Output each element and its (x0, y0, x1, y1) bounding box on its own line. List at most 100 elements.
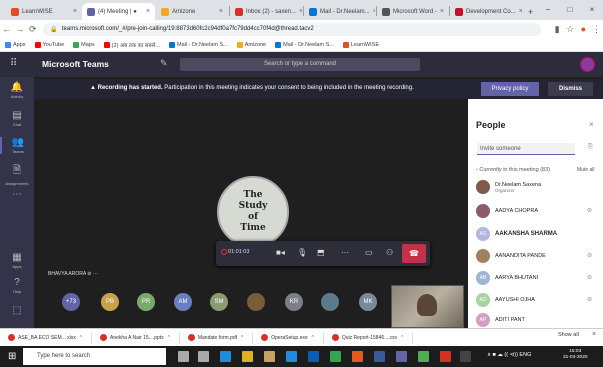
participant-row[interactable]: AO AAYUSHI OJHA (476, 291, 535, 309)
teams-taskbar-icon[interactable] (396, 351, 407, 362)
rail-teams[interactable]: 👥 Teams (0, 137, 34, 154)
file-explorer-icon[interactable] (242, 351, 253, 362)
app-launcher-grid-icon[interactable]: ⠿ (10, 58, 17, 69)
more-actions-icon[interactable]: ··· (341, 248, 349, 257)
tab-meeting[interactable]: (4) Meeting | ● × (82, 3, 155, 20)
chevron-up-icon[interactable]: ⌃ (400, 335, 404, 341)
download-item[interactable]: Mandate form.pdf ⌃ (180, 331, 254, 344)
taskbar-search-input[interactable]: Type here to search (23, 348, 166, 365)
mail-icon[interactable] (286, 351, 297, 362)
compose-icon[interactable]: ✎ (160, 58, 168, 69)
chevron-up-icon[interactable]: ⌃ (311, 335, 315, 341)
bookmark-mail[interactable]: Mail - Dr.Neelam S... (168, 41, 228, 48)
mute-all-button[interactable]: Mute all (577, 167, 595, 173)
participant-avatar[interactable]: KR (285, 293, 303, 311)
dismiss-button[interactable]: Dismiss (548, 82, 593, 96)
store-icon[interactable] (264, 351, 275, 362)
reload-icon[interactable]: ⟳ (26, 24, 39, 35)
participant-row[interactable]: AP ADITI PANT (476, 313, 525, 327)
bookmark-mail-2[interactable]: Mail - Dr.Neelam S... (275, 41, 334, 48)
privacy-policy-button[interactable]: Privacy policy (481, 82, 539, 96)
chevron-up-icon[interactable]: ⌃ (240, 335, 244, 341)
overflow-participants-avatar[interactable]: +73 (62, 293, 80, 311)
close-window-button[interactable]: × (581, 0, 603, 20)
participant-avatar[interactable]: PR (137, 293, 155, 311)
task-view-icon[interactable] (198, 351, 209, 362)
chevron-up-icon[interactable]: ⌃ (79, 335, 83, 341)
edge-icon[interactable] (220, 351, 231, 362)
forward-arrow-icon[interactable]: → (13, 24, 26, 34)
rail-assignments[interactable]: 🗎 Assignments (0, 163, 34, 186)
url-field[interactable]: 🔒 teams.microsoft.com/_#/pre-join-callin… (43, 22, 541, 36)
bookmark-maps[interactable]: Maps (73, 41, 95, 48)
microphone-icon[interactable]: 🎙 (297, 248, 307, 257)
close-tab-icon[interactable]: × (219, 8, 223, 15)
rail-chat[interactable]: ▤ Chat (0, 110, 34, 127)
back-arrow-icon[interactable]: ← (0, 24, 13, 34)
user-avatar[interactable] (580, 57, 595, 72)
download-item[interactable]: Quiz Report-15846....csv ⌃ (324, 331, 414, 344)
close-tab-icon[interactable]: × (73, 8, 77, 15)
bookmark-youtube[interactable]: YouTube (34, 41, 64, 48)
new-tab-button[interactable]: + (523, 3, 537, 20)
participant-row[interactable]: AB AARYA BHUTANI (476, 269, 538, 287)
tab-inbox[interactable]: Inbox (2) - saxen... × (230, 3, 302, 20)
rail-more[interactable]: ⋯ (0, 189, 34, 200)
close-tab-icon[interactable]: × (299, 8, 302, 15)
gmail-icon[interactable] (440, 351, 451, 362)
camera-icon[interactable]: ■◂ (276, 248, 285, 257)
invite-input[interactable]: Invite someone (477, 143, 575, 155)
self-video-thumbnail[interactable] (391, 285, 464, 328)
tab-learnwise[interactable]: LearnWISE × (6, 3, 82, 20)
tab-development[interactable]: Development Co... × (450, 3, 522, 20)
current-participants-label[interactable]: › Currently in this meeting (83) (476, 167, 550, 173)
rail-apps[interactable]: ▦ Apps (0, 252, 34, 269)
chrome-icon[interactable] (418, 351, 429, 362)
show-all-button[interactable]: Show all (558, 332, 579, 338)
participant-row[interactable]: AS AAKANSHA SHARMA (476, 225, 557, 243)
rail-feedback[interactable]: ⬚ (0, 305, 34, 316)
star-icon[interactable]: ☆ (564, 24, 577, 35)
maximize-button[interactable]: □ (559, 0, 581, 20)
word-icon[interactable] (308, 351, 319, 362)
close-tab-icon[interactable]: × (519, 8, 522, 15)
participant-avatar[interactable]: PB (101, 293, 119, 311)
bookmark-amizone[interactable]: Amizone (236, 41, 266, 48)
download-item[interactable]: Anekha A Nair 15....pptx ⌃ (92, 331, 180, 344)
participants-icon[interactable]: ⚇ (386, 248, 393, 257)
hang-up-button[interactable]: ☎ (402, 244, 426, 263)
participant-row[interactable]: Dr.Neelam Saxena Organizer (476, 178, 541, 196)
participant-row[interactable]: AADYA CHOPRA (476, 202, 538, 220)
participant-row[interactable]: AANANDITA PANDE (476, 247, 546, 265)
bookmark-learnwise[interactable]: LearnWISE (342, 41, 379, 48)
participant-avatar[interactable]: AM (174, 293, 192, 311)
participant-photo-avatar[interactable] (247, 293, 265, 311)
bookmark-video[interactable]: (2) अब तक का सबसे... (103, 41, 160, 49)
download-item[interactable]: ASE_BA ECO SEM....xlsx ⌃ (0, 331, 92, 344)
app-icon[interactable] (460, 351, 471, 362)
close-icon[interactable]: × (589, 120, 594, 129)
participant-avatar[interactable]: MK (359, 293, 377, 311)
tab-mail[interactable]: Mail - Dr.Neelam... × (304, 3, 375, 20)
cortana-icon[interactable] (178, 351, 189, 362)
profile-icon[interactable]: ● (577, 24, 590, 34)
chevron-up-icon[interactable]: ⌃ (167, 335, 171, 341)
rail-activity[interactable]: 🔔 Activity (0, 82, 34, 99)
menu-dots-icon[interactable]: ⋮ (590, 24, 603, 35)
close-tab-icon[interactable]: × (146, 8, 150, 15)
taskbar-clock[interactable]: 15:03 31-03-2020 (563, 349, 588, 361)
close-tab-icon[interactable]: × (440, 8, 444, 15)
bookmark-apps[interactable]: Apps (5, 41, 26, 48)
rail-help[interactable]: ? Help (0, 277, 34, 294)
system-tray[interactable]: ∧ ■ ☁ (( ⊲)) ENG (487, 352, 531, 358)
chat-toggle-icon[interactable]: ▭ (365, 248, 373, 257)
participant-avatar[interactable]: SM (210, 293, 228, 311)
tab-amizone[interactable]: Amizone × (156, 3, 228, 20)
download-item[interactable]: OperaSetup.exe ⌃ (253, 331, 324, 344)
share-screen-icon[interactable]: ⬒ (317, 248, 325, 257)
minimize-button[interactable]: − (537, 0, 559, 20)
facebook-icon[interactable] (374, 351, 385, 362)
tab-word[interactable]: Microsoft Word - × (377, 3, 448, 20)
powerpoint-icon[interactable] (352, 351, 363, 362)
close-downloads-icon[interactable]: × (592, 331, 596, 338)
